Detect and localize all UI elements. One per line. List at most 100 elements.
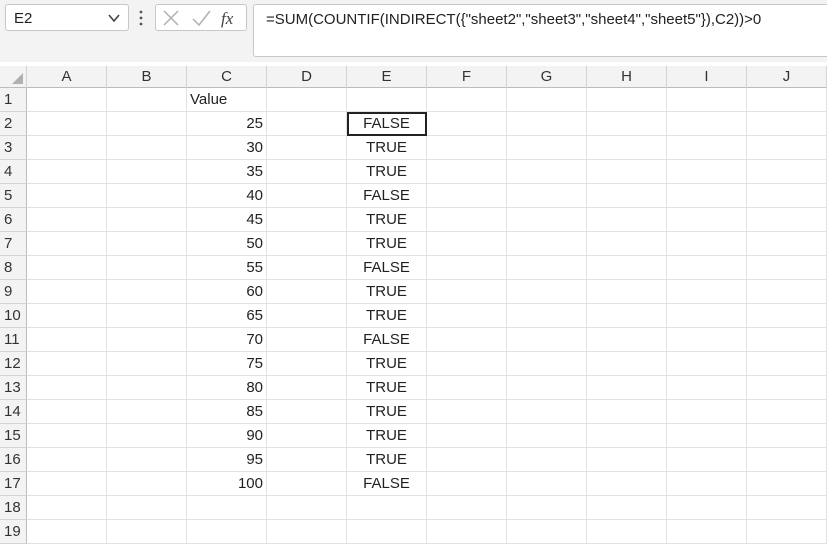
cell-D19[interactable] (267, 520, 347, 544)
cell-F15[interactable] (427, 424, 507, 448)
cell-E7[interactable]: TRUE (347, 232, 427, 256)
cell-G10[interactable] (507, 304, 587, 328)
cell-A3[interactable] (27, 136, 107, 160)
cell-E16[interactable]: TRUE (347, 448, 427, 472)
cell-C3[interactable]: 30 (187, 136, 267, 160)
cell-J11[interactable] (747, 328, 827, 352)
row-header-3[interactable]: 3 (0, 136, 27, 160)
cell-J3[interactable] (747, 136, 827, 160)
cell-I10[interactable] (667, 304, 747, 328)
cell-I17[interactable] (667, 472, 747, 496)
cell-A1[interactable] (27, 88, 107, 112)
cell-F16[interactable] (427, 448, 507, 472)
cell-A19[interactable] (27, 520, 107, 544)
cell-C16[interactable]: 95 (187, 448, 267, 472)
cell-C2[interactable]: 25 (187, 112, 267, 136)
cell-H10[interactable] (587, 304, 667, 328)
cell-G3[interactable] (507, 136, 587, 160)
name-box[interactable]: E2 (5, 4, 129, 31)
cell-F17[interactable] (427, 472, 507, 496)
column-header-A[interactable]: A (27, 66, 107, 88)
cell-B15[interactable] (107, 424, 187, 448)
cell-A13[interactable] (27, 376, 107, 400)
cell-G18[interactable] (507, 496, 587, 520)
cell-G19[interactable] (507, 520, 587, 544)
cell-G2[interactable] (507, 112, 587, 136)
cell-J8[interactable] (747, 256, 827, 280)
cell-J14[interactable] (747, 400, 827, 424)
column-header-F[interactable]: F (427, 66, 507, 88)
cell-J5[interactable] (747, 184, 827, 208)
cell-J10[interactable] (747, 304, 827, 328)
cell-I11[interactable] (667, 328, 747, 352)
cell-C15[interactable]: 90 (187, 424, 267, 448)
cell-I19[interactable] (667, 520, 747, 544)
cell-D12[interactable] (267, 352, 347, 376)
more-options-icon[interactable] (138, 9, 144, 27)
cell-A16[interactable] (27, 448, 107, 472)
cell-H2[interactable] (587, 112, 667, 136)
cell-I2[interactable] (667, 112, 747, 136)
cell-H18[interactable] (587, 496, 667, 520)
cell-D9[interactable] (267, 280, 347, 304)
cell-A4[interactable] (27, 160, 107, 184)
cell-H7[interactable] (587, 232, 667, 256)
enter-check-icon[interactable] (190, 8, 212, 28)
row-header-10[interactable]: 10 (0, 304, 27, 328)
cell-B19[interactable] (107, 520, 187, 544)
cell-A2[interactable] (27, 112, 107, 136)
cell-B13[interactable] (107, 376, 187, 400)
cell-H8[interactable] (587, 256, 667, 280)
cell-A12[interactable] (27, 352, 107, 376)
cell-G14[interactable] (507, 400, 587, 424)
cell-J18[interactable] (747, 496, 827, 520)
cell-B2[interactable] (107, 112, 187, 136)
row-header-4[interactable]: 4 (0, 160, 27, 184)
cell-F6[interactable] (427, 208, 507, 232)
cell-E19[interactable] (347, 520, 427, 544)
cell-D14[interactable] (267, 400, 347, 424)
cell-F13[interactable] (427, 376, 507, 400)
cell-E13[interactable]: TRUE (347, 376, 427, 400)
cell-D16[interactable] (267, 448, 347, 472)
row-header-11[interactable]: 11 (0, 328, 27, 352)
cell-C18[interactable] (187, 496, 267, 520)
row-header-15[interactable]: 15 (0, 424, 27, 448)
cell-B14[interactable] (107, 400, 187, 424)
cell-E15[interactable]: TRUE (347, 424, 427, 448)
cell-C4[interactable]: 35 (187, 160, 267, 184)
cell-I18[interactable] (667, 496, 747, 520)
cell-J19[interactable] (747, 520, 827, 544)
cell-E14[interactable]: TRUE (347, 400, 427, 424)
row-header-17[interactable]: 17 (0, 472, 27, 496)
cell-J12[interactable] (747, 352, 827, 376)
cell-C6[interactable]: 45 (187, 208, 267, 232)
cell-H3[interactable] (587, 136, 667, 160)
cell-D11[interactable] (267, 328, 347, 352)
cell-F19[interactable] (427, 520, 507, 544)
insert-function-icon[interactable]: fx (220, 8, 242, 28)
row-header-2[interactable]: 2 (0, 112, 27, 136)
cell-F5[interactable] (427, 184, 507, 208)
row-header-8[interactable]: 8 (0, 256, 27, 280)
cell-E5[interactable]: FALSE (347, 184, 427, 208)
cell-D10[interactable] (267, 304, 347, 328)
cell-C9[interactable]: 60 (187, 280, 267, 304)
cell-A9[interactable] (27, 280, 107, 304)
cell-C8[interactable]: 55 (187, 256, 267, 280)
column-header-J[interactable]: J (747, 66, 827, 88)
cell-H6[interactable] (587, 208, 667, 232)
cell-J6[interactable] (747, 208, 827, 232)
cell-G5[interactable] (507, 184, 587, 208)
cell-F4[interactable] (427, 160, 507, 184)
cell-B5[interactable] (107, 184, 187, 208)
cell-I15[interactable] (667, 424, 747, 448)
cell-H4[interactable] (587, 160, 667, 184)
cell-H12[interactable] (587, 352, 667, 376)
cell-E17[interactable]: FALSE (347, 472, 427, 496)
cell-B10[interactable] (107, 304, 187, 328)
cell-C10[interactable]: 65 (187, 304, 267, 328)
formula-input[interactable]: =SUM(COUNTIF(INDIRECT({"sheet2","sheet3"… (253, 4, 827, 57)
cell-G12[interactable] (507, 352, 587, 376)
cell-J15[interactable] (747, 424, 827, 448)
